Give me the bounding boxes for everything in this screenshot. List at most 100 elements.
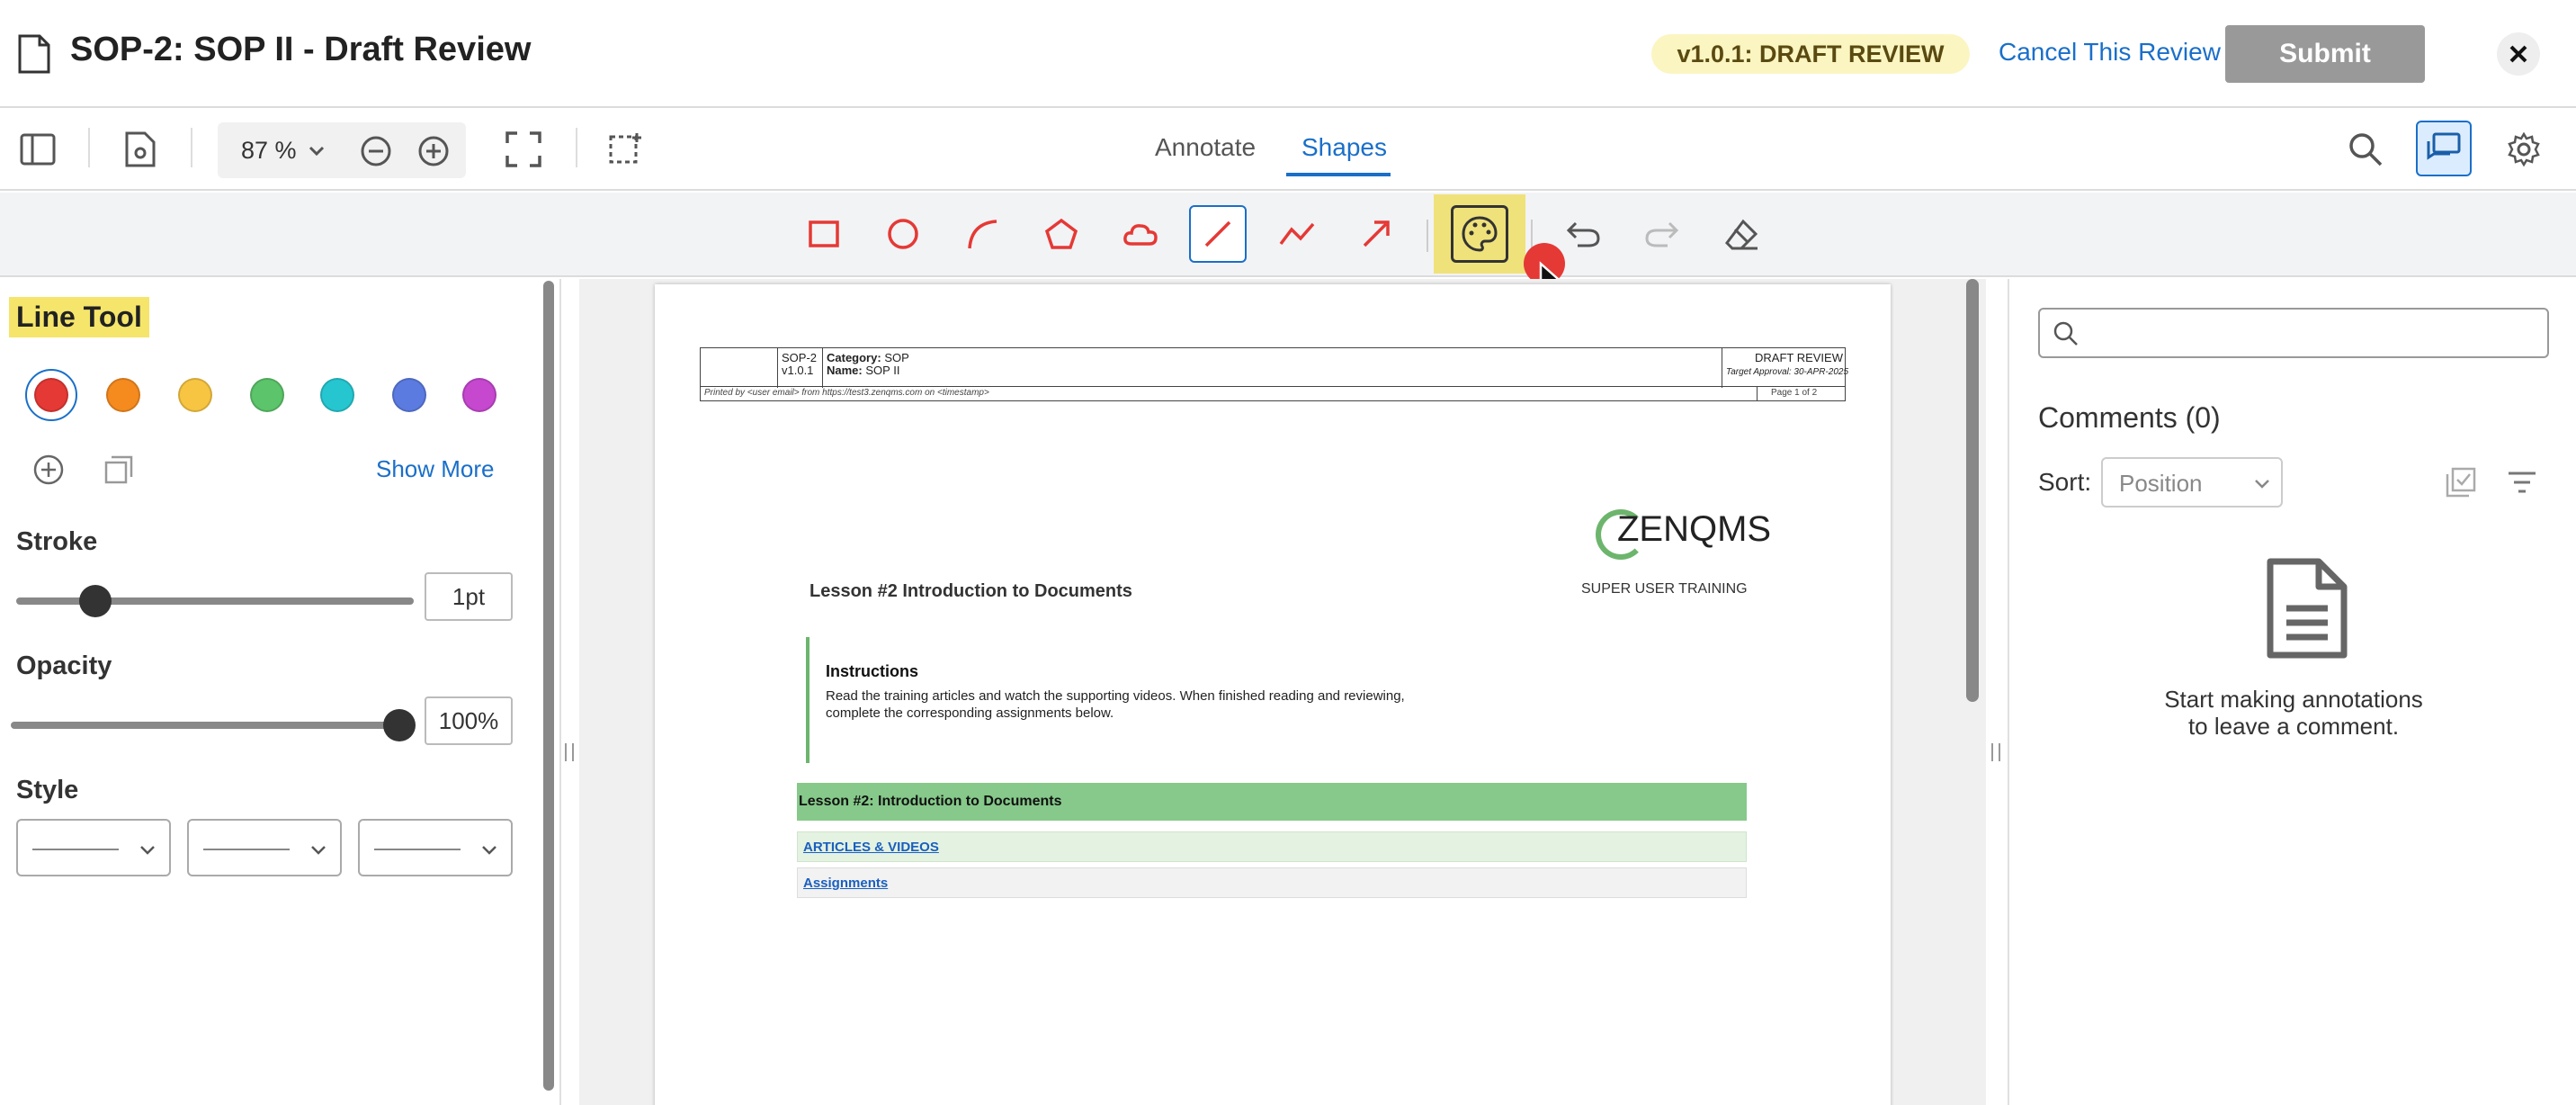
instructions-line-2: complete the corresponding assignments b…	[826, 705, 1114, 721]
zenqms-logo: ZENQMS	[1617, 509, 1772, 549]
doc-printed-by: Printed by <user email> from https://tes…	[704, 388, 989, 398]
chevron-down-icon	[140, 846, 155, 855]
cancel-review-link[interactable]: Cancel This Review	[1999, 38, 2221, 67]
settings-button[interactable]	[2504, 130, 2544, 169]
status-badge: v1.0.1: DRAFT REVIEW	[1651, 34, 1970, 74]
color-swatch-6[interactable]	[392, 378, 426, 412]
search-icon	[2349, 133, 2383, 166]
instructions-accent-bar	[806, 637, 809, 763]
color-swatch-3[interactable]	[178, 378, 212, 412]
line-icon	[1204, 220, 1231, 247]
articles-videos-link[interactable]: ARTICLES & VIDEOS	[803, 840, 939, 855]
cloud-tool-button[interactable]	[1112, 205, 1169, 263]
toolbar: 87 % Annotate Shapes	[0, 110, 2576, 191]
line-end-style-select[interactable]	[358, 819, 513, 876]
color-swatch-7[interactable]	[462, 378, 496, 412]
line-tool-button[interactable]	[1189, 205, 1247, 263]
zoom-value[interactable]: 87 %	[241, 137, 297, 165]
line-dash-style-select[interactable]	[187, 819, 342, 876]
polygon-tool-button[interactable]	[1033, 205, 1090, 263]
rectangle-icon	[809, 220, 839, 247]
empty-document-icon	[2267, 558, 2348, 659]
empty-state-line-2: to leave a comment.	[2187, 713, 2400, 740]
style-label: Style	[16, 776, 79, 804]
empty-state-line-1: Start making annotations	[2164, 686, 2423, 713]
line-start-style-select[interactable]	[16, 819, 171, 876]
zoom-out-icon[interactable]	[360, 135, 392, 167]
arc-tool-button[interactable]	[953, 205, 1011, 263]
submit-button[interactable]: Submit	[2225, 25, 2425, 83]
stroke-value-field[interactable]: 1pt	[425, 572, 513, 621]
comments-search-input[interactable]	[2038, 308, 2549, 358]
fullscreen-button[interactable]	[504, 130, 543, 169]
search-button[interactable]	[2346, 130, 2385, 169]
ellipse-icon	[888, 219, 918, 249]
left-panel-scrollbar[interactable]	[543, 281, 554, 1091]
color-swatch-1[interactable]	[34, 378, 68, 412]
sort-value: Position	[2119, 470, 2203, 497]
rectangle-tool-button[interactable]	[795, 205, 853, 263]
redo-icon	[1645, 221, 1679, 247]
comments-panel-toggle[interactable]	[2416, 121, 2472, 176]
area-select-icon	[609, 133, 641, 164]
add-color-button[interactable]	[31, 452, 67, 488]
gear-icon	[2508, 131, 2540, 167]
tab-annotate[interactable]: Annotate	[1155, 133, 1256, 162]
header: SOP-2: SOP II - Draft Review v1.0.1: DRA…	[0, 0, 2576, 108]
show-more-link[interactable]: Show More	[376, 455, 495, 483]
area-select-button[interactable]	[606, 130, 646, 169]
opacity-value-field[interactable]: 100%	[425, 696, 513, 745]
arrow-icon	[1363, 220, 1390, 247]
close-button[interactable]	[2497, 32, 2540, 76]
color-swatch-2[interactable]	[106, 378, 140, 412]
empty-state-message: Start making annotations to leave a comm…	[2069, 686, 2518, 740]
undo-icon	[1566, 221, 1600, 247]
arrow-tool-button[interactable]	[1347, 205, 1405, 263]
assignments-link[interactable]: Assignments	[803, 876, 888, 891]
articles-row: ARTICLES & VIDEOS	[797, 831, 1747, 862]
doc-status: DRAFT REVIEW	[1755, 351, 1843, 364]
style-palette-button[interactable]	[1434, 194, 1525, 274]
chevron-down-icon	[482, 846, 496, 855]
chevron-down-icon[interactable]	[308, 142, 326, 160]
shapes-toolbar	[0, 193, 2576, 277]
document-settings-button[interactable]	[121, 130, 160, 169]
viewer-scrollbar[interactable]	[1966, 279, 1979, 702]
sort-select[interactable]: Position	[2101, 457, 2283, 508]
palette-icon	[1462, 216, 1498, 252]
stroke-label: Stroke	[16, 527, 98, 556]
stroke-slider-track[interactable]	[16, 597, 414, 605]
doc-name-label: Name:	[827, 364, 863, 377]
comments-panel: Comments (0) Sort: Position Start making…	[2011, 279, 2576, 1105]
document-header-table: SOP-2 v1.0.1 Category: SOP Name: SOP II …	[700, 347, 1848, 388]
color-swatch-4[interactable]	[250, 378, 284, 412]
multi-select-button[interactable]	[2443, 464, 2479, 500]
instructions-line-1: Read the training articles and watch the…	[826, 688, 1405, 704]
line-tool-panel: Line Tool Show More Stroke 1pt Opacity 1…	[0, 279, 558, 1105]
sidebar-toggle-button[interactable]	[18, 130, 58, 169]
document-icon	[18, 34, 50, 74]
stroke-slider-thumb[interactable]	[79, 585, 112, 617]
lesson-band-title: Lesson #2: Introduction to Documents	[799, 794, 1062, 809]
polyline-tool-button[interactable]	[1268, 205, 1326, 263]
redo-button[interactable]	[1633, 205, 1691, 263]
ellipse-tool-button[interactable]	[874, 205, 932, 263]
eraser-button[interactable]	[1713, 205, 1770, 263]
document-viewer: SOP-2 v1.0.1 Category: SOP Name: SOP II …	[579, 279, 1986, 1105]
copy-color-button[interactable]	[101, 452, 137, 488]
color-swatch-5[interactable]	[320, 378, 354, 412]
left-panel-resizer[interactable]	[559, 279, 579, 1105]
close-icon	[2509, 45, 2527, 63]
cloud-icon	[1123, 224, 1158, 246]
tab-shapes[interactable]: Shapes	[1301, 133, 1387, 162]
doc-code: SOP-2	[782, 351, 818, 364]
sort-label: Sort:	[2038, 468, 2092, 496]
opacity-slider-thumb[interactable]	[383, 709, 416, 741]
right-panel-resizer[interactable]	[1986, 279, 2009, 1105]
lesson-title: Lesson #2 Introduction to Documents	[809, 581, 1132, 601]
active-tab-indicator	[1286, 173, 1391, 176]
app-root: SOP-2: SOP II - Draft Review v1.0.1: DRA…	[0, 0, 2576, 1105]
zoom-in-icon[interactable]	[417, 135, 450, 167]
opacity-slider-track[interactable]	[11, 722, 399, 729]
filter-button[interactable]	[2504, 464, 2540, 500]
